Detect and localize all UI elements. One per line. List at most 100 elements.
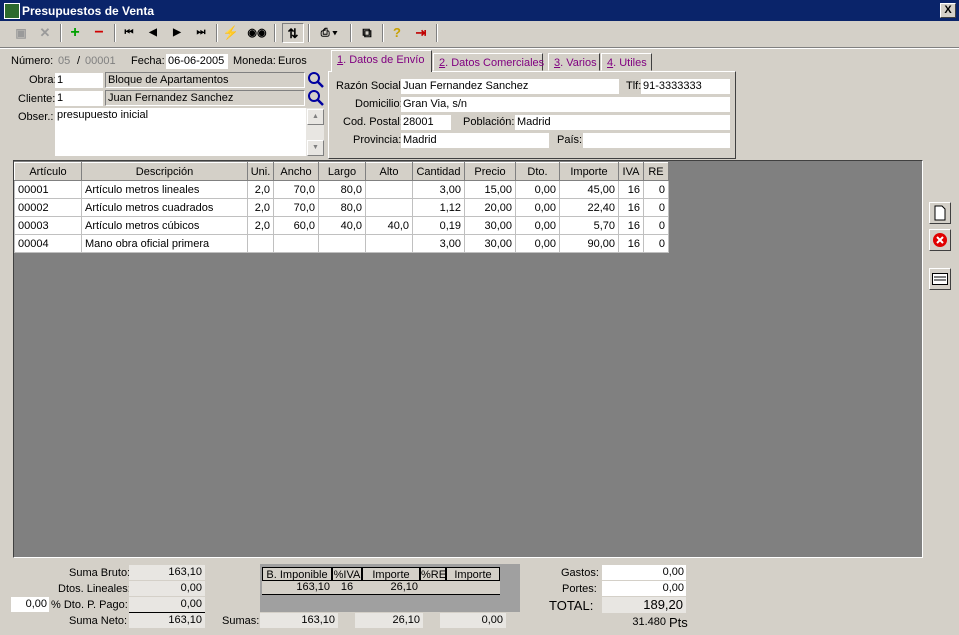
col-header-cantidad[interactable]: Cantidad bbox=[412, 162, 465, 181]
cell-dto[interactable]: 0,00 bbox=[515, 234, 560, 253]
delete-line-button[interactable] bbox=[929, 229, 951, 251]
cell-iva[interactable]: 16 bbox=[618, 198, 644, 217]
cell-precio[interactable]: 20,00 bbox=[464, 198, 516, 217]
fecha-field[interactable]: 06-06-2005 bbox=[166, 54, 228, 69]
prev-icon[interactable]: ◀ bbox=[142, 23, 164, 43]
scroll-up-icon[interactable]: ▲ bbox=[307, 109, 324, 125]
cell-dto[interactable]: 0,00 bbox=[515, 216, 560, 235]
next-icon[interactable]: ▶ bbox=[166, 23, 188, 43]
cell-alto[interactable] bbox=[365, 180, 413, 199]
obra-search-icon[interactable] bbox=[307, 71, 325, 89]
cell-ancho[interactable]: 70,0 bbox=[273, 180, 319, 199]
obser-textarea[interactable]: presupuesto inicial bbox=[55, 108, 306, 156]
razon-field[interactable]: Juan Fernandez Sanchez bbox=[401, 79, 619, 94]
tab-varios[interactable]: 3. Varios bbox=[548, 53, 600, 71]
cliente-code-field[interactable]: 1 bbox=[55, 91, 103, 106]
numero-field[interactable]: 00001 bbox=[83, 54, 127, 69]
cell-articulo[interactable]: 00001 bbox=[14, 180, 82, 199]
cell-uni[interactable]: 2,0 bbox=[247, 198, 274, 217]
cell-importe[interactable]: 45,00 bbox=[559, 180, 619, 199]
scroll-down-icon[interactable]: ▼ bbox=[307, 140, 324, 156]
help-icon[interactable]: ? bbox=[386, 23, 408, 43]
col-header-iva[interactable]: IVA bbox=[618, 162, 644, 181]
cell-iva[interactable]: 16 bbox=[618, 180, 644, 199]
cell-articulo[interactable]: 00003 bbox=[14, 216, 82, 235]
poblacion-field[interactable]: Madrid bbox=[515, 115, 730, 130]
cell-descripcion[interactable]: Mano obra oficial primera bbox=[81, 234, 248, 253]
cell-importe[interactable]: 90,00 bbox=[559, 234, 619, 253]
keyboard-button[interactable] bbox=[929, 268, 951, 290]
cell-precio[interactable]: 30,00 bbox=[464, 234, 516, 253]
cell-largo[interactable]: 40,0 bbox=[318, 216, 366, 235]
cliente-search-icon[interactable] bbox=[307, 89, 325, 107]
col-header-uni[interactable]: Uni. bbox=[247, 162, 274, 181]
cell-iva[interactable]: 16 bbox=[618, 216, 644, 235]
col-header-largo[interactable]: Largo bbox=[318, 162, 366, 181]
cell-descripcion[interactable]: Artículo metros cúbicos bbox=[81, 216, 248, 235]
cell-largo[interactable] bbox=[318, 234, 366, 253]
cell-ancho[interactable]: 60,0 bbox=[273, 216, 319, 235]
print-icon[interactable]: ⎙ ▾ bbox=[312, 23, 346, 43]
gastos-field[interactable]: 0,00 bbox=[602, 565, 686, 580]
cell-precio[interactable]: 30,00 bbox=[464, 216, 516, 235]
cell-importe[interactable]: 5,70 bbox=[559, 216, 619, 235]
domicilio-field[interactable]: Gran Via, s/n bbox=[401, 97, 730, 112]
cell-cantidad[interactable]: 0,19 bbox=[412, 216, 465, 235]
table-row[interactable]: 00004 Mano obra oficial primera 3,00 30,… bbox=[14, 234, 669, 253]
cell-ancho[interactable] bbox=[273, 234, 319, 253]
col-header-importe[interactable]: Importe bbox=[559, 162, 619, 181]
table-row[interactable]: 00001 Artículo metros lineales 2,0 70,0 … bbox=[14, 180, 669, 199]
cell-uni[interactable] bbox=[247, 234, 274, 253]
dto-pp-pct-field[interactable]: 0,00 bbox=[11, 597, 49, 612]
cell-re[interactable]: 0 bbox=[643, 216, 669, 235]
cell-cantidad[interactable]: 3,00 bbox=[412, 234, 465, 253]
tab-datos-envio[interactable]: 1. Datos de Envío bbox=[331, 50, 432, 72]
exit-icon[interactable]: ⇥ bbox=[410, 23, 432, 43]
cell-largo[interactable]: 80,0 bbox=[318, 180, 366, 199]
portes-field[interactable]: 0,00 bbox=[602, 581, 686, 596]
remove-icon[interactable]: − bbox=[88, 23, 110, 43]
cell-articulo[interactable]: 00004 bbox=[14, 234, 82, 253]
cell-dto[interactable]: 0,00 bbox=[515, 180, 560, 199]
tab-datos-comerciales[interactable]: 2. Datos Comerciales bbox=[433, 53, 544, 71]
col-header-precio[interactable]: Precio bbox=[464, 162, 516, 181]
cell-ancho[interactable]: 70,0 bbox=[273, 198, 319, 217]
new-line-button[interactable] bbox=[929, 202, 951, 224]
save-icon[interactable]: ▣ bbox=[10, 23, 32, 43]
close-button[interactable]: X bbox=[940, 3, 956, 18]
obra-code-field[interactable]: 1 bbox=[55, 73, 103, 88]
provincia-field[interactable]: Madrid bbox=[401, 133, 549, 148]
numero-serie-field[interactable]: 05 bbox=[56, 54, 74, 69]
cell-alto[interactable] bbox=[365, 234, 413, 253]
lightning-icon[interactable]: ⚡ bbox=[220, 23, 242, 43]
cell-re[interactable]: 0 bbox=[643, 180, 669, 199]
col-header-dto[interactable]: Dto. bbox=[515, 162, 560, 181]
cell-re[interactable]: 0 bbox=[643, 234, 669, 253]
cell-precio[interactable]: 15,00 bbox=[464, 180, 516, 199]
cell-dto[interactable]: 0,00 bbox=[515, 198, 560, 217]
pais-field[interactable] bbox=[583, 133, 730, 148]
table-row[interactable]: 00002 Artículo metros cuadrados 2,0 70,0… bbox=[14, 198, 669, 217]
add-icon[interactable]: + bbox=[64, 23, 86, 43]
col-header-alto[interactable]: Alto bbox=[365, 162, 413, 181]
last-icon[interactable]: ⏭ bbox=[190, 23, 212, 43]
cell-re[interactable]: 0 bbox=[643, 198, 669, 217]
cell-alto[interactable]: 40,0 bbox=[365, 216, 413, 235]
delete-icon[interactable]: ✕ bbox=[34, 23, 56, 43]
cp-field[interactable]: 28001 bbox=[401, 115, 451, 130]
obser-scrollbar[interactable]: ▲ ▼ bbox=[306, 108, 324, 156]
cell-uni[interactable]: 2,0 bbox=[247, 216, 274, 235]
cell-importe[interactable]: 22,40 bbox=[559, 198, 619, 217]
sort-icon[interactable]: ⇅ bbox=[282, 23, 304, 43]
tab-utiles[interactable]: 4. Utiles bbox=[601, 53, 652, 71]
copy-icon[interactable]: ⧉ bbox=[356, 23, 378, 43]
cell-articulo[interactable]: 00002 bbox=[14, 198, 82, 217]
cell-cantidad[interactable]: 3,00 bbox=[412, 180, 465, 199]
col-header-ancho[interactable]: Ancho bbox=[273, 162, 319, 181]
cell-alto[interactable] bbox=[365, 198, 413, 217]
first-icon[interactable]: ⏮ bbox=[118, 23, 140, 43]
cell-largo[interactable]: 80,0 bbox=[318, 198, 366, 217]
cell-cantidad[interactable]: 1,12 bbox=[412, 198, 465, 217]
binoculars-icon[interactable]: ◉◉ bbox=[246, 23, 268, 43]
cell-uni[interactable]: 2,0 bbox=[247, 180, 274, 199]
